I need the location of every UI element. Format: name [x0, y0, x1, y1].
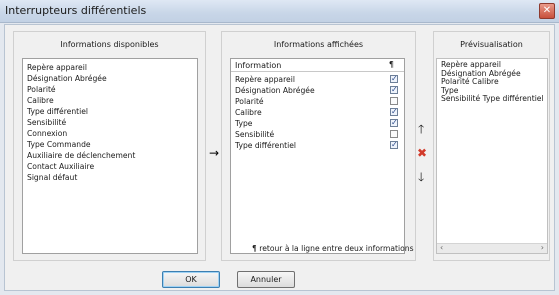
header-pilcrow: ¶ [388, 60, 394, 69]
displayed-list[interactable]: Information ¶ Repère appareil ✓ Désignatio… [230, 58, 405, 254]
available-item[interactable]: Désignation Abrégée [23, 73, 197, 84]
check-icon: ✓ [391, 140, 398, 149]
available-item[interactable]: Type Commande [23, 139, 197, 150]
cancel-button[interactable]: Annuler [237, 271, 295, 288]
check-icon: ✓ [391, 85, 398, 94]
check-icon: ✓ [391, 118, 398, 127]
displayed-row[interactable]: Désignation Abrégée ✓ [231, 85, 404, 96]
available-item[interactable]: Calibre [23, 95, 197, 106]
close-icon[interactable]: ✕ [539, 3, 555, 19]
displayed-row-label: Type [235, 119, 253, 128]
check-icon: ✓ [391, 74, 398, 83]
displayed-row[interactable]: Calibre ✓ [231, 107, 404, 118]
remove-icon[interactable]: ✖ [417, 147, 427, 159]
pilcrow-checkbox[interactable]: ✓ [390, 74, 398, 83]
pilcrow-checkbox[interactable] [390, 97, 398, 105]
title-bar[interactable]: Interrupteurs différentiels ✕ [0, 0, 559, 23]
scroll-left-icon[interactable]: ‹ [440, 243, 443, 252]
add-arrow-icon[interactable]: → [209, 147, 219, 159]
displayed-header: Information ¶ [231, 59, 404, 72]
preview-line: Sensibilité Type différentiel [441, 94, 544, 103]
pilcrow-checkbox[interactable]: ✓ [390, 85, 398, 94]
pilcrow-checkbox[interactable]: ✓ [390, 107, 398, 116]
available-item[interactable]: Contact Auxiliaire [23, 161, 197, 172]
preview-panel: Repère appareil Désignation Abrégée Polari… [436, 58, 548, 254]
preview-group: Prévisualisation Repère appareil Désignat… [433, 31, 550, 261]
pilcrow-checkbox[interactable]: ✓ [390, 140, 398, 149]
available-item[interactable]: Polarité [23, 84, 197, 95]
pilcrow-checkbox[interactable] [390, 130, 398, 138]
pilcrow-checkbox[interactable]: ✓ [390, 118, 398, 127]
displayed-group: Informations affichées Information ¶ Rep… [221, 31, 416, 261]
available-item[interactable]: Connexion [23, 128, 197, 139]
displayed-row[interactable]: Type ✓ [231, 118, 404, 129]
ok-button[interactable]: OK [162, 271, 220, 288]
move-down-icon[interactable]: 🡓 [418, 171, 424, 183]
dialog-client: Informations disponibles Repère appareil… [4, 24, 555, 291]
available-group: Informations disponibles Repère appareil… [13, 31, 206, 261]
window-title: Interrupteurs différentiels [5, 4, 147, 17]
preview-title: Prévisualisation [460, 40, 523, 49]
dialog-window: Interrupteurs différentiels ✕ Informatio… [0, 0, 559, 295]
displayed-row-label: Polarité [235, 97, 264, 106]
displayed-row[interactable]: Polarité [231, 96, 404, 107]
displayed-row-label: Sensibilité [235, 130, 275, 139]
available-list[interactable]: Repère appareil Désignation Abrégée Polari… [22, 58, 198, 254]
displayed-row[interactable]: Sensibilité [231, 129, 404, 140]
displayed-title: Informations affichées [273, 40, 364, 49]
line-break-note: ¶ retour à la ligne entre deux informati… [252, 244, 414, 253]
check-icon: ✓ [391, 107, 398, 116]
displayed-row-label: Type différentiel [235, 141, 296, 150]
available-item[interactable]: Signal défaut [23, 172, 197, 183]
displayed-row[interactable]: Repère appareil ✓ [231, 74, 404, 85]
available-item[interactable]: Auxiliaire de déclenchement [23, 150, 197, 161]
displayed-row[interactable]: Type différentiel ✓ [231, 140, 404, 151]
scroll-right-icon[interactable]: › [541, 243, 544, 252]
displayed-row-label: Repère appareil [235, 75, 295, 84]
available-item[interactable]: Repère appareil [23, 62, 197, 73]
header-label: Information [235, 61, 282, 70]
available-title: Informations disponibles [60, 40, 159, 49]
available-item[interactable]: Type différentiel [23, 106, 197, 117]
move-up-icon[interactable]: 🡑 [418, 123, 424, 135]
available-item[interactable]: Sensibilité [23, 117, 197, 128]
preview-scrollbar[interactable]: ‹ › [437, 243, 547, 253]
displayed-row-label: Calibre [235, 108, 262, 117]
displayed-row-label: Désignation Abrégée [235, 86, 315, 95]
